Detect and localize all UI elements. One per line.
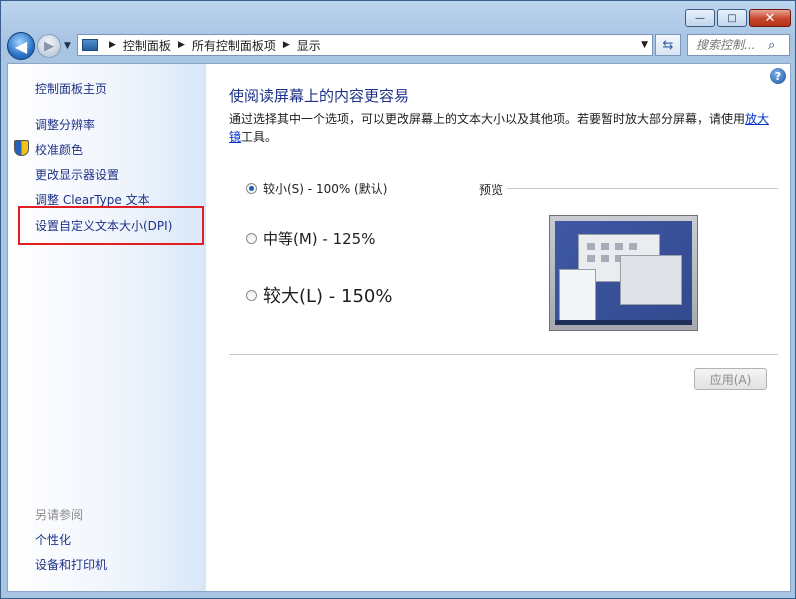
back-button[interactable]: ◀ — [7, 32, 35, 60]
preview-monitor-image — [549, 215, 698, 331]
address-dropdown-icon[interactable]: ▼ — [641, 40, 648, 50]
page-description: 通过选择其中一个选项，可以更改屏幕上的文本大小以及其他项。若要暂时放大部分屏幕，… — [229, 110, 777, 146]
search-icon[interactable]: ⌕ — [768, 38, 775, 53]
preview-label: 预览 — [479, 183, 504, 197]
preview-taskbar — [555, 320, 692, 325]
sidebar-link-resolution[interactable]: 调整分辨率 — [35, 116, 95, 133]
description-text-tail: 工具。 — [241, 130, 278, 144]
option-large-label[interactable]: 较大(L) - 150% — [263, 282, 392, 308]
highlight-box — [18, 206, 204, 245]
preview-divider — [506, 188, 778, 189]
radio-small[interactable] — [246, 183, 257, 194]
display-window: — □ ✕ ◀ ▶ ▼ ▶ 控制面板 ▶ 所有控制面板项 ▶ 显示 ▼ ⇆ ⌕ … — [0, 0, 796, 599]
option-large[interactable]: 较大(L) - 150% — [246, 282, 392, 308]
description-text: 通过选择其中一个选项，可以更改屏幕上的文本大小以及其他项。若要暂时放大部分屏幕，… — [229, 112, 746, 126]
maximize-button[interactable]: □ — [717, 9, 747, 27]
breadcrumb-all-items[interactable]: 所有控制面板项 — [192, 37, 276, 54]
radio-medium[interactable] — [246, 233, 257, 244]
forward-button[interactable]: ▶ — [37, 34, 61, 58]
sidebar-link-personalize[interactable]: 个性化 — [35, 531, 71, 548]
search-input[interactable] — [696, 38, 764, 52]
option-small-label[interactable]: 较小(S) - 100% (默认) — [263, 180, 387, 197]
refresh-icon: ⇆ — [662, 37, 674, 53]
sidebar-link-devices-printers[interactable]: 设备和打印机 — [35, 556, 107, 573]
preview-window — [620, 255, 682, 305]
control-panel-icon — [82, 39, 98, 51]
option-small[interactable]: 较小(S) - 100% (默认) — [246, 180, 387, 197]
sidebar-link-calibrate-color[interactable]: 校准颜色 — [35, 141, 83, 158]
search-box[interactable]: ⌕ — [687, 34, 790, 56]
sidebar-link-display-settings[interactable]: 更改显示器设置 — [35, 166, 119, 183]
minimize-button[interactable]: — — [685, 9, 715, 27]
close-button[interactable]: ✕ — [749, 9, 791, 27]
help-icon[interactable]: ? — [770, 68, 786, 84]
content-area: 控制面板主页 调整分辨率 校准颜色 更改显示器设置 调整 ClearType 文… — [7, 63, 791, 592]
main-panel: ? 使阅读屏幕上的内容更容易 通过选择其中一个选项，可以更改屏幕上的文本大小以及… — [206, 64, 790, 591]
sidebar-home-link[interactable]: 控制面板主页 — [35, 80, 107, 97]
page-title: 使阅读屏幕上的内容更容易 — [229, 87, 410, 105]
forward-arrow-icon: ▶ — [44, 38, 54, 54]
breadcrumb-chevron-icon[interactable]: ▶ — [283, 40, 290, 50]
recent-pages-dropdown-icon[interactable]: ▼ — [64, 41, 71, 51]
preview-screen — [555, 221, 692, 325]
content-divider — [229, 354, 778, 355]
breadcrumb-chevron-icon[interactable]: ▶ — [178, 40, 185, 50]
refresh-button[interactable]: ⇆ — [655, 34, 681, 56]
apply-button[interactable]: 应用(A) — [694, 368, 767, 390]
option-medium[interactable]: 中等(M) - 125% — [246, 228, 375, 249]
uac-shield-icon — [14, 140, 29, 156]
nav-buttons: ◀ ▶ ▼ — [7, 32, 71, 60]
breadcrumb-control-panel[interactable]: 控制面板 — [123, 37, 171, 54]
see-also-heading: 另请参阅 — [35, 508, 84, 522]
preview-start-menu — [559, 269, 596, 321]
caption-buttons: — □ ✕ — [685, 9, 791, 27]
breadcrumb-chevron-icon[interactable]: ▶ — [109, 40, 116, 50]
back-arrow-icon: ◀ — [14, 36, 28, 56]
breadcrumb-display[interactable]: 显示 — [297, 37, 321, 54]
address-bar[interactable]: ▶ 控制面板 ▶ 所有控制面板项 ▶ 显示 ▼ — [77, 34, 653, 56]
option-medium-label[interactable]: 中等(M) - 125% — [263, 228, 375, 249]
radio-large[interactable] — [246, 289, 257, 301]
sidebar: 控制面板主页 调整分辨率 校准颜色 更改显示器设置 调整 ClearType 文… — [8, 64, 206, 591]
